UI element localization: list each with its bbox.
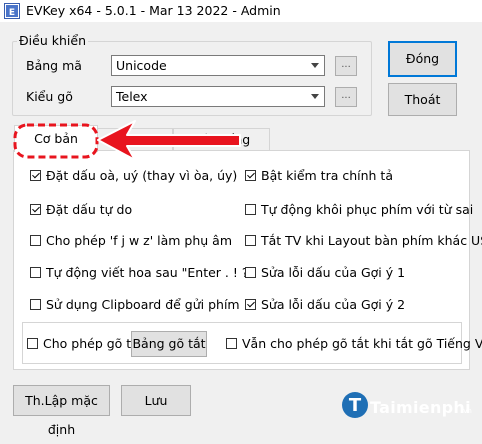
window-title: EVKey x64 - 5.0.1 - Mar 13 2022 - Admin <box>26 3 281 18</box>
input-method-options-button[interactable]: ... <box>335 87 357 107</box>
option-label: Bật kiểm tra chính tả <box>261 168 393 183</box>
tab-system[interactable]: Hệ thống <box>173 128 270 151</box>
charset-label: Bảng mã <box>26 58 82 73</box>
checkbox[interactable] <box>245 299 256 310</box>
option-enable-shortcut[interactable]: Cho phép gõ tắt <box>27 336 144 351</box>
shortcut-table-button[interactable]: Bảng gõ tắt <box>131 331 207 357</box>
checkbox[interactable] <box>245 204 256 215</box>
tab-basic[interactable]: Cơ bản <box>14 125 98 152</box>
option-disable-non-us-layout[interactable]: Tắt TV khi Layout bàn phím khác US <box>245 233 482 248</box>
option-label: Tắt TV khi Layout bàn phím khác US <box>261 233 482 248</box>
watermark-logo-icon: T <box>342 392 368 418</box>
close-button[interactable]: Đóng <box>388 41 457 77</box>
title-bar[interactable]: E EVKey x64 - 5.0.1 - Mar 13 2022 - Admi… <box>0 0 482 22</box>
option-label: Tự động viết hoa sau "Enter . ! ?" <box>46 265 255 280</box>
charset-select[interactable]: Unicode <box>111 55 325 76</box>
checkbox[interactable] <box>245 267 256 278</box>
chevron-down-icon <box>311 94 319 99</box>
control-group-title: Điều khiển <box>17 33 88 48</box>
save-button[interactable]: Lưu <box>121 385 191 416</box>
chevron-down-icon <box>311 63 319 68</box>
option-label: Sửa lỗi dấu của Gợi ý 1 <box>261 265 406 280</box>
checkbox[interactable] <box>30 267 41 278</box>
watermark-text: Taimienphi <box>370 398 471 417</box>
input-method-label: Kiểu gõ <box>26 89 73 104</box>
checkbox[interactable] <box>27 338 38 349</box>
charset-value: Unicode <box>116 58 167 73</box>
restore-defaults-button[interactable]: Th.Lập mặc định <box>13 385 110 437</box>
option-label: Vẫn cho phép gõ tắt khi tắt gõ Tiếng Việ… <box>242 336 482 351</box>
option-fix-suggestion-1[interactable]: Sửa lỗi dấu của Gợi ý 1 <box>245 265 405 280</box>
option-label: Sử dụng Clipboard để gửi phím <box>46 297 240 312</box>
checkbox[interactable] <box>245 170 256 181</box>
checkbox[interactable] <box>30 170 41 181</box>
checkbox[interactable] <box>30 235 41 246</box>
option-fix-suggestion-2[interactable]: Sửa lỗi dấu của Gợi ý 2 <box>245 297 405 312</box>
option-free-tone-marking[interactable]: Đặt dấu tự do <box>30 202 132 217</box>
option-label: Tự động khôi phục phím với từ sai <box>261 202 474 217</box>
option-label: Sửa lỗi dấu của Gợi ý 2 <box>261 297 406 312</box>
option-label: Đặt dấu tự do <box>46 202 133 217</box>
input-method-value: Telex <box>116 89 148 104</box>
option-label: Cho phép gõ tắt <box>43 336 144 351</box>
option-label: Đặt dấu oà, uý (thay vì òa, úy) <box>46 168 238 183</box>
option-label: Cho phép 'f j w z' làm phụ âm <box>46 233 233 248</box>
charset-options-button[interactable]: ... <box>335 56 357 76</box>
option-allow-fjwz[interactable]: Cho phép 'f j w z' làm phụ âm <box>30 233 232 248</box>
checkbox[interactable] <box>245 235 256 246</box>
option-auto-restore[interactable]: Tự động khôi phục phím với từ sai <box>245 202 473 217</box>
checkbox[interactable] <box>226 338 237 349</box>
option-keep-shortcut[interactable]: Vẫn cho phép gõ tắt khi tắt gõ Tiếng Việ… <box>226 336 482 351</box>
svg-text:E: E <box>9 8 15 18</box>
option-spell-check[interactable]: Bật kiểm tra chính tả <box>245 168 393 183</box>
checkbox[interactable] <box>30 299 41 310</box>
tab-second[interactable]: ... <box>97 128 173 151</box>
watermark-domain: .vn <box>461 407 472 415</box>
checkbox[interactable] <box>30 204 41 215</box>
input-method-select[interactable]: Telex <box>111 86 325 107</box>
option-use-clipboard[interactable]: Sử dụng Clipboard để gửi phím <box>30 297 240 312</box>
svg-text:T: T <box>349 395 362 416</box>
option-tone-placement-new[interactable]: Đặt dấu oà, uý (thay vì òa, úy) <box>30 168 237 183</box>
evkey-app-icon: E <box>4 3 20 19</box>
exit-button[interactable]: Thoát <box>388 83 457 116</box>
option-auto-capitalize[interactable]: Tự động viết hoa sau "Enter . ! ?" <box>30 265 254 280</box>
